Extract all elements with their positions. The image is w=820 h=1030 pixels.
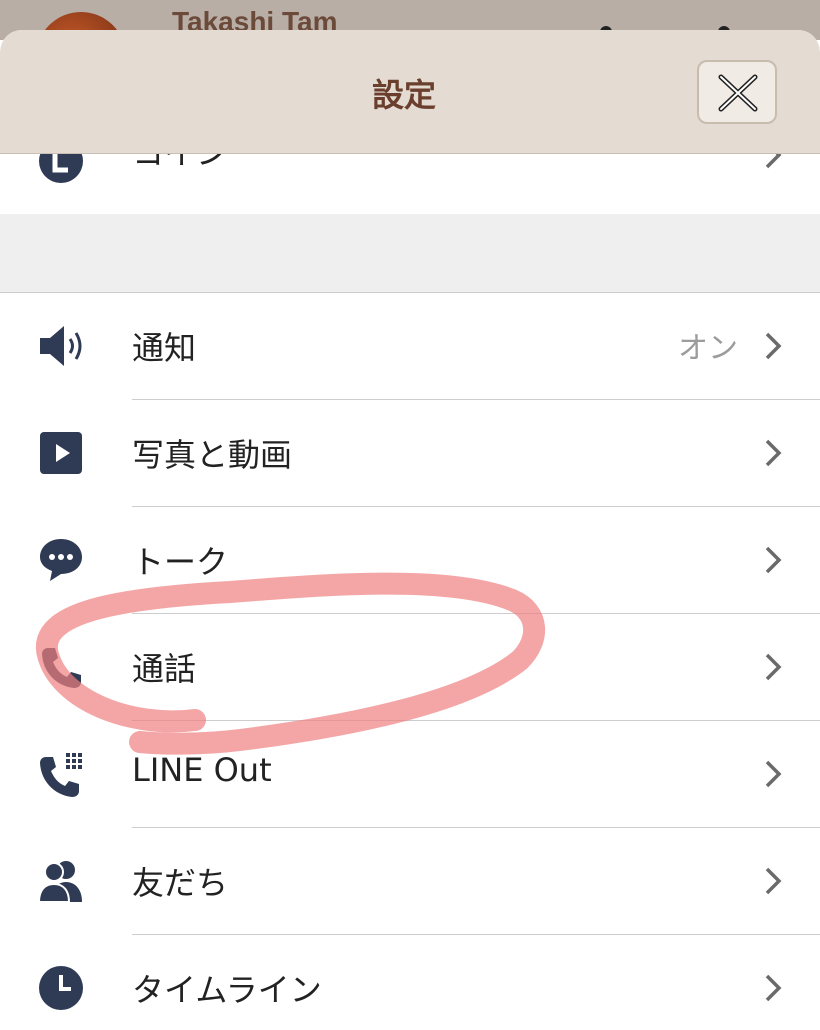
close-button[interactable] <box>697 60 777 124</box>
phone-dialpad-icon <box>40 753 82 797</box>
phone-icon <box>42 648 81 688</box>
chevron-right-icon <box>765 760 782 788</box>
clock-icon <box>39 966 83 1010</box>
settings-row-label: タイムライン <box>132 971 322 1009</box>
settings-row-line-out[interactable]: LINE Out <box>0 721 820 828</box>
notification-status: オン <box>678 331 738 366</box>
chevron-right-icon <box>765 867 782 895</box>
chat-bubble-icon <box>40 539 82 581</box>
close-icon <box>718 74 758 112</box>
play-icon <box>40 432 82 474</box>
chevron-right-icon <box>765 439 782 467</box>
settings-row-timeline[interactable]: タイムライン <box>0 935 820 1030</box>
settings-row-calls[interactable]: 通話 <box>0 614 820 721</box>
settings-row-label: 通話 <box>132 650 197 688</box>
settings-row-label: LINE Out <box>132 751 272 789</box>
page-title: 設定 <box>371 76 436 114</box>
settings-row-label: 写真と動画 <box>132 436 293 474</box>
settings-row-friends[interactable]: 友だち <box>0 828 820 935</box>
speaker-icon <box>40 326 82 366</box>
chevron-right-icon <box>765 974 782 1002</box>
sheet-header: 設定 <box>0 30 820 154</box>
chevron-right-icon <box>765 546 782 574</box>
settings-row-label: 通知 <box>132 329 197 367</box>
settings-row-label: トーク <box>132 543 229 581</box>
settings-row-photos-videos[interactable]: 写真と動画 <box>0 400 820 507</box>
chevron-right-icon <box>765 332 782 360</box>
settings-row-label: 友だち <box>132 864 229 902</box>
section-divider <box>0 214 820 293</box>
friends-icon <box>38 861 82 903</box>
settings-sheet: 設定 コイン 通知 オン 写 <box>0 30 820 1030</box>
settings-row-notifications[interactable]: 通知 オン <box>0 293 820 400</box>
chevron-right-icon <box>765 653 782 681</box>
settings-row-talk[interactable]: トーク <box>0 507 820 614</box>
